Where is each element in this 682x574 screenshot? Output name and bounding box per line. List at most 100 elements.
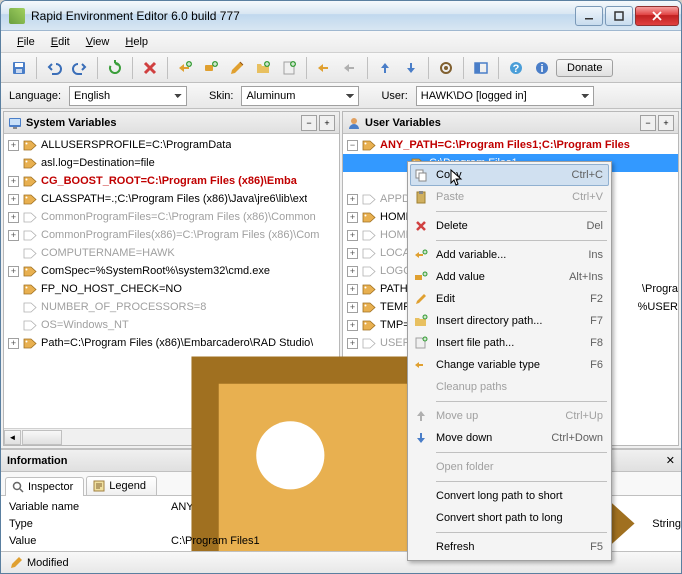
tree-row[interactable]: CommonProgramFiles=C:\Program Files (x86… (4, 208, 339, 226)
language-select[interactable]: English (69, 86, 187, 106)
user-label: User: (381, 90, 407, 102)
context-item-insert-file-path-[interactable]: Insert file path...F8 (410, 332, 609, 354)
insert-file-icon[interactable] (277, 56, 301, 80)
context-item-delete[interactable]: DeleteDel (410, 215, 609, 237)
context-item-paste: PasteCtrl+V (410, 186, 609, 208)
tree-expander[interactable] (347, 284, 358, 295)
toolbar: ? i Donate (1, 53, 681, 83)
system-variables-panel: System Variables − + ALLUSERSPROFILE=C:\… (3, 111, 340, 446)
context-separator (436, 211, 607, 212)
context-item-refresh[interactable]: RefreshF5 (410, 536, 609, 558)
context-item-copy[interactable]: CopyCtrl+C (410, 164, 609, 186)
svg-text:?: ? (513, 63, 520, 75)
tree-row[interactable]: CG_BOOST_ROOT=C:\Program Files (x86)\Emb… (4, 172, 339, 190)
system-collapse-button[interactable]: − (301, 115, 317, 131)
move-down-icon[interactable] (399, 56, 423, 80)
tree-expander[interactable] (347, 248, 358, 259)
tree-row[interactable]: Path=C:\Program Files (x86)\Embarcadero\… (4, 334, 339, 352)
context-item-convert-long-path-to-short[interactable]: Convert long path to short (410, 485, 609, 507)
tab-legend[interactable]: Legend (86, 476, 157, 495)
legend-icon (93, 480, 105, 492)
user-collapse-button[interactable]: − (640, 115, 656, 131)
context-item-move-down[interactable]: Move downCtrl+Down (410, 427, 609, 449)
donate-button[interactable]: Donate (556, 59, 613, 77)
context-item-edit[interactable]: EditF2 (410, 288, 609, 310)
menu-view[interactable]: View (78, 34, 118, 50)
window-title: Rapid Environment Editor 6.0 build 777 (31, 9, 573, 23)
tree-expander[interactable] (347, 338, 358, 349)
help-icon[interactable]: ? (504, 56, 528, 80)
context-separator (436, 452, 607, 453)
tree-expander[interactable] (347, 140, 358, 151)
add-var-icon[interactable] (173, 56, 197, 80)
minimize-button[interactable] (575, 6, 603, 26)
tree-expander[interactable] (8, 212, 19, 223)
tree-row[interactable]: CommonProgramFiles(x86)=C:\Program Files… (4, 226, 339, 244)
context-item-change-variable-type[interactable]: Change variable typeF6 (410, 354, 609, 376)
selector-bar: Language: English Skin: Aluminum User: H… (1, 83, 681, 109)
tree-expander[interactable] (8, 194, 19, 205)
user-select[interactable]: HAWK\DO [logged in] (416, 86, 594, 106)
edit-icon[interactable] (225, 56, 249, 80)
maximize-button[interactable] (605, 6, 633, 26)
panel-toggle-icon[interactable] (469, 56, 493, 80)
undo-icon[interactable] (42, 56, 66, 80)
add-value-icon[interactable] (199, 56, 223, 80)
system-tree[interactable]: ALLUSERSPROFILE=C:\ProgramDataasl.log=De… (4, 134, 339, 428)
tree-row[interactable]: OS=Windows_NT (4, 316, 339, 334)
context-item-cleanup-paths: Cleanup paths (410, 376, 609, 398)
cleanup-icon[interactable] (338, 56, 362, 80)
context-item-insert-directory-path-[interactable]: Insert directory path...F7 (410, 310, 609, 332)
tree-expander[interactable] (347, 212, 358, 223)
tab-inspector[interactable]: Inspector (5, 477, 84, 496)
tree-row[interactable]: FP_NO_HOST_CHECK=NO (4, 280, 339, 298)
titlebar: Rapid Environment Editor 6.0 build 777 (1, 1, 681, 31)
tree-row[interactable]: COMPUTERNAME=HAWK (4, 244, 339, 262)
system-panel-icon (8, 116, 22, 130)
user-add-button[interactable]: + (658, 115, 674, 131)
tree-expander[interactable] (347, 302, 358, 313)
context-item-convert-short-path-to-long[interactable]: Convert short path to long (410, 507, 609, 529)
context-item-add-variable-[interactable]: Add variable...Ins (410, 244, 609, 266)
menu-help[interactable]: Help (117, 34, 156, 50)
tree-expander[interactable] (8, 140, 19, 151)
delete-icon[interactable] (138, 56, 162, 80)
insert-dir-icon[interactable] (251, 56, 275, 80)
tree-expander[interactable] (347, 320, 358, 331)
tree-row[interactable]: ALLUSERSPROFILE=C:\ProgramData (4, 136, 339, 154)
tree-expander[interactable] (8, 266, 19, 277)
refresh-icon[interactable] (103, 56, 127, 80)
tree-expander[interactable] (8, 176, 19, 187)
tree-row[interactable]: ComSpec=%SystemRoot%\system32\cmd.exe (4, 262, 339, 280)
skin-select[interactable]: Aluminum (241, 86, 359, 106)
user-panel-title: User Variables (365, 117, 638, 129)
context-separator (436, 240, 607, 241)
tree-row[interactable]: CLASSPATH=.;C:\Program Files (x86)\Java\… (4, 190, 339, 208)
language-label: Language: (9, 90, 61, 102)
system-add-button[interactable]: + (319, 115, 335, 131)
save-icon[interactable] (7, 56, 31, 80)
tree-row[interactable]: ANY_PATH=C:\Program Files1;C:\Program Fi… (343, 136, 678, 154)
menubar: File Edit View Help (1, 31, 681, 53)
move-up-icon[interactable] (373, 56, 397, 80)
tree-row[interactable]: NUMBER_OF_PROCESSORS=8 (4, 298, 339, 316)
change-type-icon[interactable] (312, 56, 336, 80)
options-icon[interactable] (434, 56, 458, 80)
context-item-add-value[interactable]: Add valueAlt+Ins (410, 266, 609, 288)
menu-edit[interactable]: Edit (43, 34, 78, 50)
menu-file[interactable]: File (9, 34, 43, 50)
tree-expander[interactable] (8, 338, 19, 349)
context-menu: CopyCtrl+CPasteCtrl+V DeleteDel Add variab… (407, 161, 612, 561)
close-button[interactable] (635, 6, 679, 26)
about-icon[interactable]: i (530, 56, 554, 80)
tree-expander[interactable] (347, 194, 358, 205)
skin-label: Skin: (209, 90, 233, 102)
system-panel-title: System Variables (26, 117, 299, 129)
redo-icon[interactable] (68, 56, 92, 80)
tree-expander[interactable] (8, 230, 19, 241)
tree-expander[interactable] (347, 266, 358, 277)
user-panel-icon (347, 116, 361, 130)
svg-text:i: i (540, 63, 543, 75)
tree-expander[interactable] (347, 230, 358, 241)
tree-row[interactable]: asl.log=Destination=file (4, 154, 339, 172)
